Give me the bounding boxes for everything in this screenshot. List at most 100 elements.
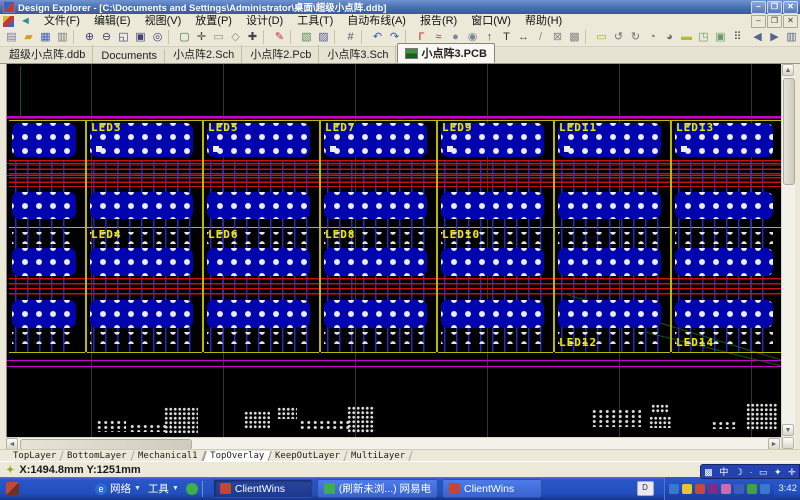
child-minimize-button[interactable]: – bbox=[751, 15, 766, 28]
child-close-button[interactable]: ✕ bbox=[783, 15, 798, 28]
layer-tab-Mechanical1[interactable]: Mechanical1 bbox=[131, 451, 205, 461]
zoom-out-icon[interactable]: ⊖ bbox=[98, 29, 115, 45]
panel-toggle-icon[interactable]: ▥ bbox=[783, 29, 800, 45]
ime-docked-icon[interactable]: D bbox=[637, 481, 654, 496]
toolbar-band-network[interactable]: 网络 bbox=[110, 481, 131, 496]
back-arrow-icon[interactable]: ◄ bbox=[20, 15, 31, 27]
tray-network-icon[interactable] bbox=[734, 484, 744, 494]
component-place-icon[interactable]: ◳ bbox=[695, 29, 712, 45]
place-dimension-icon[interactable]: ↔ bbox=[515, 29, 532, 45]
tray-media-icon[interactable] bbox=[708, 484, 718, 494]
menu-tools[interactable]: 工具(T) bbox=[290, 15, 340, 27]
menu-edit[interactable]: 编辑(E) bbox=[87, 15, 138, 27]
doc-tab-小点阵3.PCB[interactable]: 小点阵3.PCB bbox=[397, 43, 494, 63]
paste-array-icon[interactable]: ▩ bbox=[566, 29, 583, 45]
zoom-in-icon[interactable]: ⊕ bbox=[81, 29, 98, 45]
select-rect-icon[interactable]: ▭ bbox=[210, 29, 227, 45]
start-area-icon[interactable] bbox=[6, 482, 19, 495]
led-module-column[interactable] bbox=[9, 120, 86, 352]
led-module-column[interactable]: LED3 LED4 bbox=[86, 120, 203, 352]
dropdown-caret-icon[interactable]: ▼ bbox=[134, 485, 141, 492]
component-designator[interactable]: LED8 bbox=[325, 228, 356, 241]
dropdown-caret-icon[interactable]: ▼ bbox=[172, 485, 179, 492]
ime-softkeyboard-icon[interactable]: ▭ bbox=[759, 466, 768, 478]
room-define-icon[interactable]: ▬ bbox=[678, 29, 695, 45]
zoom-selection-icon[interactable]: ◎ bbox=[149, 29, 166, 45]
select-area-icon[interactable]: ▢ bbox=[176, 29, 193, 45]
component-designator[interactable]: LED5 bbox=[208, 121, 239, 134]
delete-object-icon[interactable]: ⊠ bbox=[549, 29, 566, 45]
save-icon[interactable]: ▦ bbox=[37, 29, 54, 45]
ime-punct-icon[interactable]: · bbox=[749, 466, 752, 478]
tray-chat-icon[interactable] bbox=[721, 484, 731, 494]
ime-logo-icon[interactable]: ▩ bbox=[704, 466, 713, 478]
ime-language-bar[interactable]: ▩中☽·▭✦✛ bbox=[700, 464, 800, 479]
ie-quicklaunch-icon[interactable]: e bbox=[95, 483, 107, 495]
add-library-icon[interactable]: ▨ bbox=[315, 29, 332, 45]
prev-document-icon[interactable]: ◀ bbox=[749, 29, 766, 45]
tray-shield-icon[interactable] bbox=[760, 484, 770, 494]
panels-icon[interactable]: ▤ bbox=[3, 29, 20, 45]
toolbar-band-tools[interactable]: 工具 bbox=[148, 481, 169, 496]
doc-tab-超级小点阵.ddb[interactable]: 超级小点阵.ddb bbox=[2, 45, 93, 63]
menu-place[interactable]: 放置(P) bbox=[188, 15, 239, 27]
scroll-up-icon[interactable]: ▲ bbox=[782, 64, 794, 76]
component-designator[interactable]: LED3 bbox=[91, 121, 122, 134]
led-module-column[interactable]: LED5 LED6 bbox=[203, 120, 320, 352]
menu-help[interactable]: 帮助(H) bbox=[518, 15, 569, 27]
layer-tab-BottomLayer[interactable]: BottomLayer bbox=[61, 451, 135, 461]
scroll-down-icon[interactable]: ▼ bbox=[782, 424, 794, 436]
task-button[interactable]: (刷新未浏...) 网易电 bbox=[317, 479, 438, 498]
rotate-ccw-icon[interactable]: ↺ bbox=[610, 29, 627, 45]
doc-tab-小点阵3.Sch[interactable]: 小点阵3.Sch bbox=[320, 45, 396, 63]
menu-autoroute[interactable]: 自动布线(A) bbox=[340, 15, 413, 27]
component-designator[interactable]: LED12 bbox=[559, 336, 597, 349]
component-designator[interactable]: LED11 bbox=[559, 121, 597, 134]
pcb-canvas[interactable]: LED3LED4LED5LED6LED7LED8LED9LED10LED11LE… bbox=[6, 64, 782, 437]
layer-tab-TopLayer[interactable]: TopLayer bbox=[6, 451, 64, 461]
component-designator[interactable]: LED9 bbox=[442, 121, 473, 134]
led-module-column[interactable]: LED13 LED14 bbox=[671, 120, 782, 352]
browse-library-icon[interactable]: ▧ bbox=[298, 29, 315, 45]
menu-window[interactable]: 窗口(W) bbox=[464, 15, 518, 27]
menu-file[interactable]: 文件(F) bbox=[37, 15, 87, 27]
next-document-icon[interactable]: ▶ bbox=[766, 29, 783, 45]
undo-icon[interactable]: ↶ bbox=[369, 29, 386, 45]
green-app-icon[interactable] bbox=[186, 483, 198, 495]
doc-tab-Documents[interactable]: Documents bbox=[94, 49, 165, 63]
component-designator[interactable]: LED13 bbox=[676, 121, 714, 134]
component-designator[interactable]: LED10 bbox=[442, 228, 480, 241]
led-module-column[interactable]: LED7 LED8 bbox=[320, 120, 437, 352]
place-room-icon[interactable]: ▭ bbox=[593, 29, 610, 45]
component-designator[interactable]: LED14 bbox=[676, 336, 714, 349]
ime-mode-icon[interactable]: ☽ bbox=[735, 466, 743, 478]
interactive-place-icon[interactable]: ▣ bbox=[712, 29, 729, 45]
vertical-scrollbar[interactable]: ▲ ▼ bbox=[781, 64, 795, 449]
led-module-column[interactable]: LED9 LED10 bbox=[437, 120, 554, 352]
menu-view[interactable]: 视图(V) bbox=[138, 15, 189, 27]
component-designator[interactable]: LED7 bbox=[325, 121, 356, 134]
layer-tab-KeepOutLayer[interactable]: KeepOutLayer bbox=[268, 451, 347, 461]
deselect-icon[interactable]: ◇ bbox=[227, 29, 244, 45]
minimize-button[interactable]: – bbox=[751, 1, 766, 14]
vertical-scroll-thumb[interactable] bbox=[783, 78, 795, 185]
component-designator[interactable]: LED4 bbox=[91, 228, 122, 241]
component-designator[interactable]: LED6 bbox=[208, 228, 239, 241]
arrange-inside-icon[interactable]: ◔ bbox=[644, 29, 661, 45]
zoom-area-icon[interactable]: ◱ bbox=[115, 29, 132, 45]
doc-tab-小点阵2.Sch[interactable]: 小点阵2.Sch bbox=[166, 45, 242, 63]
tray-messenger-icon[interactable] bbox=[669, 484, 679, 494]
place-string-icon[interactable]: T bbox=[498, 29, 515, 45]
grid-array-icon[interactable]: ⠿ bbox=[729, 29, 746, 45]
place-line-icon[interactable]: / bbox=[532, 29, 549, 45]
edit-pencil-icon[interactable]: ✎ bbox=[271, 29, 288, 45]
menu-reports[interactable]: 报告(R) bbox=[413, 15, 464, 27]
layer-tab-TopOverlay[interactable]: TopOverlay bbox=[202, 451, 272, 462]
ime-user-icon[interactable]: ✦ bbox=[774, 466, 782, 478]
zoom-board-icon[interactable]: ▣ bbox=[132, 29, 149, 45]
task-button[interactable]: ClientWins bbox=[213, 479, 313, 498]
led-module-column[interactable]: LED11 LED12 bbox=[554, 120, 671, 352]
child-restore-button[interactable]: ❐ bbox=[767, 15, 782, 28]
ime-tools-icon[interactable]: ✛ bbox=[788, 466, 796, 478]
maximize-button[interactable]: ❐ bbox=[767, 1, 782, 14]
